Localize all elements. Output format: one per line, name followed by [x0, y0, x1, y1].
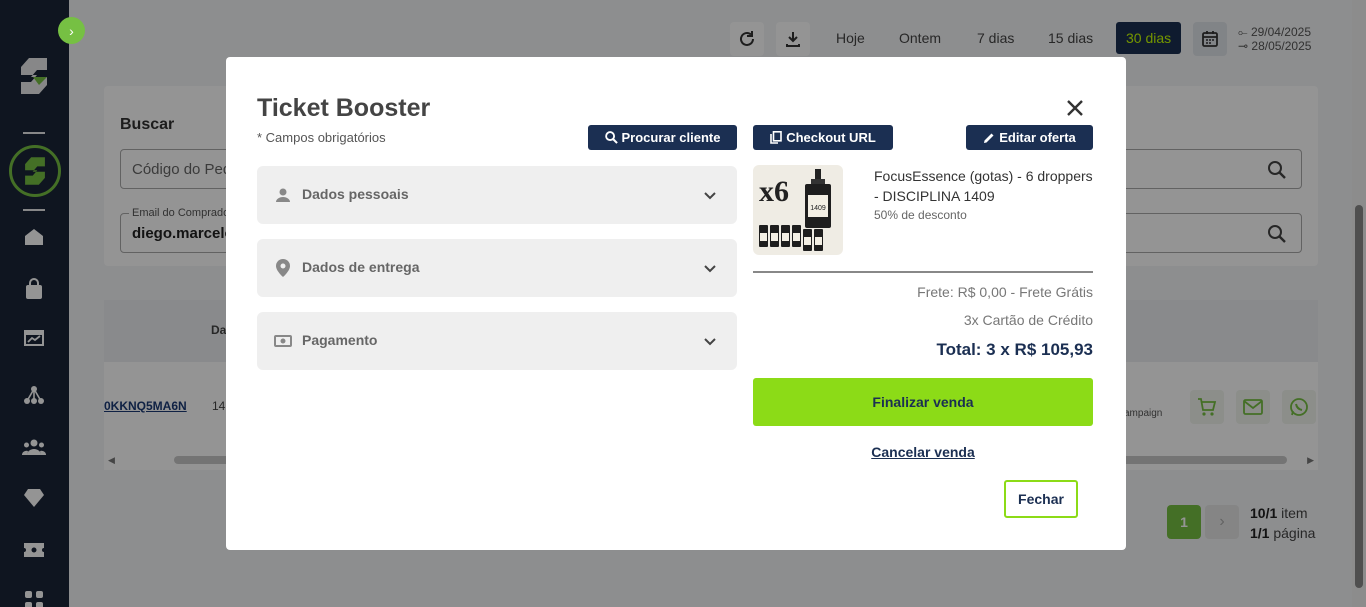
- search-icon: [604, 131, 618, 144]
- product-discount: 50% de desconto: [874, 208, 967, 222]
- edit-offer-label: Editar oferta: [999, 130, 1076, 145]
- person-icon: [273, 185, 293, 205]
- cancel-sale-link[interactable]: Cancelar venda: [753, 444, 1093, 460]
- location-pin-icon: [273, 258, 293, 278]
- money-icon: [273, 331, 293, 351]
- edit-offer-button[interactable]: Editar oferta: [966, 125, 1093, 150]
- checkout-url-button[interactable]: Checkout URL: [753, 125, 893, 150]
- personal-data-section[interactable]: Dados pessoais: [257, 166, 737, 224]
- delivery-data-label: Dados de entrega: [302, 259, 420, 275]
- payment-label: Pagamento: [302, 332, 378, 348]
- chevron-down-icon: [704, 265, 716, 273]
- checkout-url-label: Checkout URL: [786, 130, 876, 145]
- chevron-down-icon: [704, 338, 716, 346]
- product-name: FocusEssence (gotas) - 6 droppers - DISC…: [874, 168, 1093, 204]
- order-total: Total: 3 x R$ 105,93: [936, 340, 1093, 359]
- copy-icon: [770, 131, 783, 144]
- search-client-label: Procurar cliente: [621, 130, 721, 145]
- required-fields-note: * Campos obrigatórios: [257, 130, 386, 145]
- personal-data-label: Dados pessoais: [302, 186, 409, 202]
- payment-section[interactable]: Pagamento: [257, 312, 737, 370]
- ticket-booster-modal: Ticket Booster * Campos obrigatórios Pro…: [226, 57, 1126, 550]
- product-image-label: 1409: [810, 205, 826, 212]
- finish-sale-button[interactable]: Finalizar venda: [753, 378, 1093, 426]
- summary-divider: [753, 271, 1093, 273]
- sidebar-toggle-button[interactable]: ›: [58, 17, 85, 44]
- chevron-down-icon: [704, 192, 716, 200]
- chevron-right-icon: ›: [69, 22, 74, 39]
- pencil-icon: [984, 133, 994, 143]
- delivery-data-section[interactable]: Dados de entrega: [257, 239, 737, 297]
- close-icon: [1067, 100, 1083, 116]
- product-image-quantity: x6: [759, 175, 789, 208]
- shipping-info: Frete: R$ 0,00 - Frete Grátis: [917, 284, 1093, 300]
- product-image: x6 1409: [753, 165, 843, 255]
- search-client-button[interactable]: Procurar cliente: [588, 125, 737, 150]
- modal-title: Ticket Booster: [257, 94, 431, 122]
- close-modal-button[interactable]: [1063, 96, 1087, 120]
- installments-info: 3x Cartão de Crédito: [963, 312, 1093, 328]
- close-button[interactable]: Fechar: [1004, 480, 1078, 518]
